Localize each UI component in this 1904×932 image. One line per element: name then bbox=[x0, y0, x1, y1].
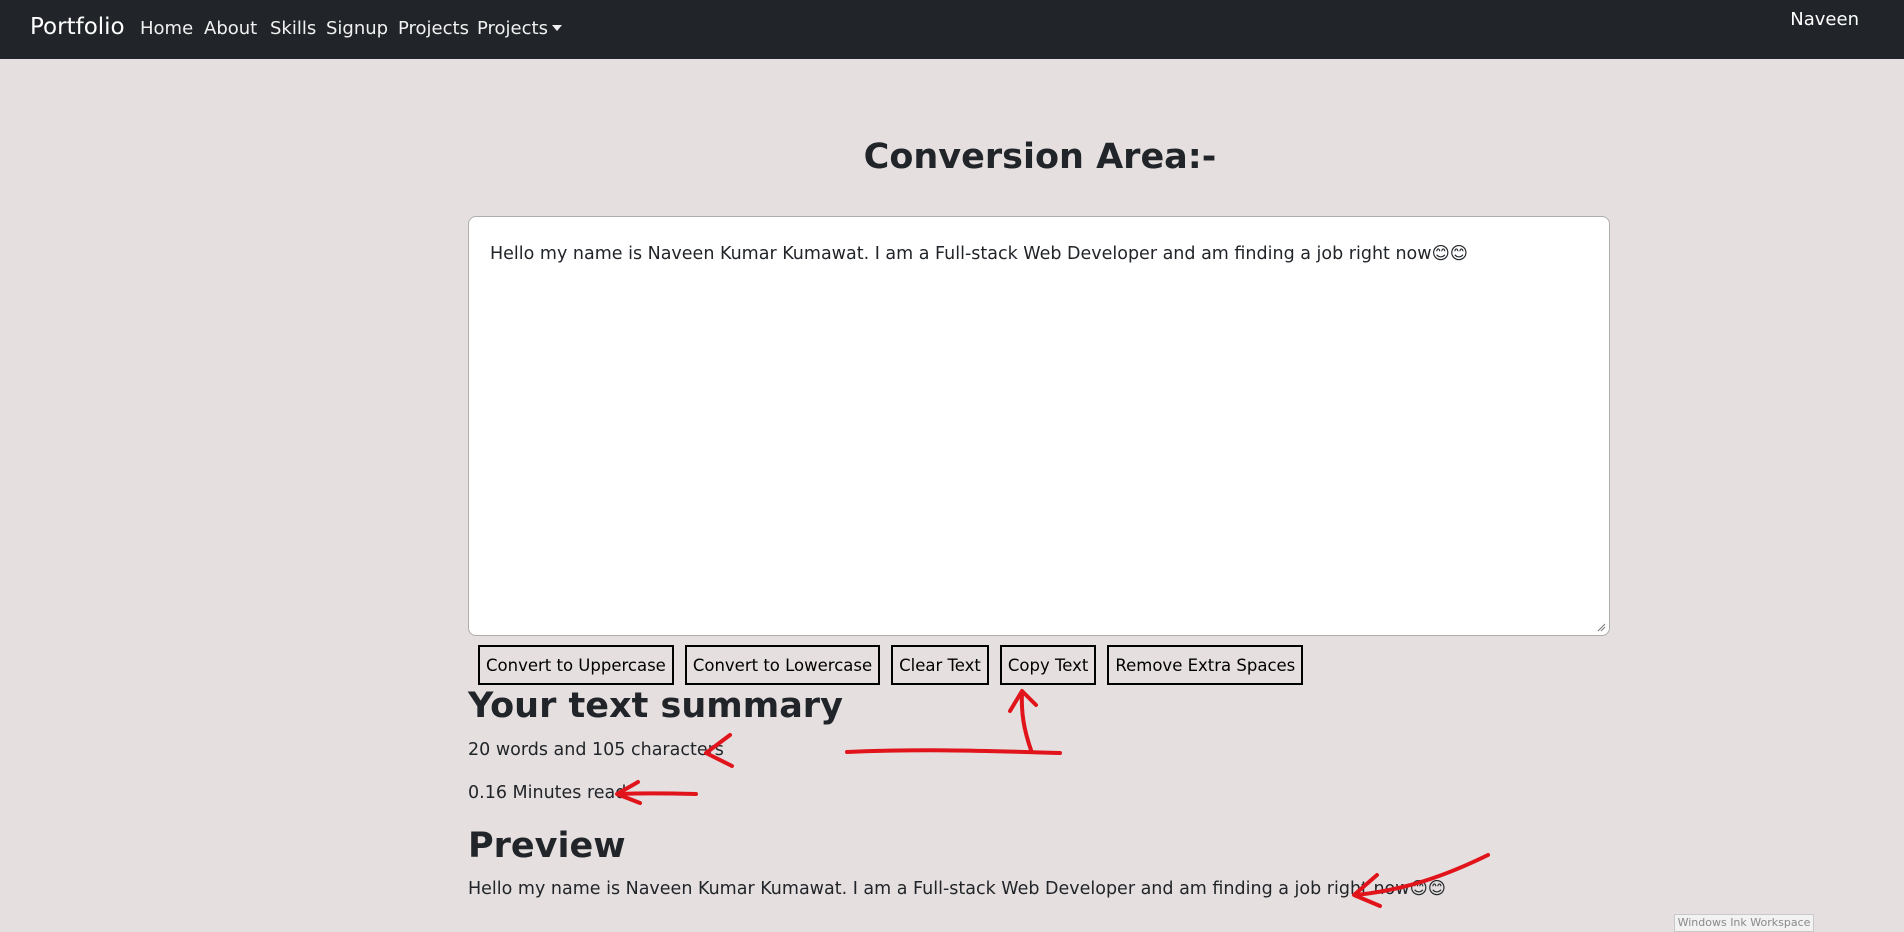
summary-title: Your text summary bbox=[468, 686, 843, 726]
remove-spaces-button[interactable]: Remove Extra Spaces bbox=[1107, 645, 1304, 685]
clear-text-button[interactable]: Clear Text bbox=[891, 645, 989, 685]
navbar: Portfolio Home About Skills Signup Proje… bbox=[0, 0, 1904, 59]
nav-dropdown-label: Projects bbox=[477, 18, 548, 39]
lowercase-button[interactable]: Convert to Lowercase bbox=[684, 645, 881, 685]
arrow-annotation-read-time bbox=[615, 780, 698, 805]
arrow-annotation-summary bbox=[704, 733, 1062, 768]
caret-down-icon bbox=[551, 25, 562, 31]
user-name[interactable]: Naveen bbox=[1790, 9, 1859, 30]
page-title: Conversion Area:- bbox=[863, 137, 1217, 177]
nav-link-home[interactable]: Home bbox=[140, 18, 193, 39]
text-input-area[interactable]: Hello my name is Naveen Kumar Kumawat. I… bbox=[468, 216, 1610, 636]
preview-text: Hello my name is Naveen Kumar Kumawat. I… bbox=[468, 879, 1447, 899]
nav-link-about[interactable]: About bbox=[204, 18, 257, 39]
navbar-brand[interactable]: Portfolio bbox=[30, 14, 125, 40]
nav-link-signup[interactable]: Signup bbox=[326, 18, 388, 39]
nav-link-skills[interactable]: Skills bbox=[270, 18, 316, 39]
nav-dropdown-projects[interactable]: Projects bbox=[477, 18, 562, 39]
preview-title: Preview bbox=[468, 826, 626, 866]
copy-text-button[interactable]: Copy Text bbox=[999, 645, 1097, 685]
action-buttons: Convert to Uppercase Convert to Lowercas… bbox=[478, 645, 1314, 685]
ink-workspace-label[interactable]: Windows Ink Workspace bbox=[1674, 914, 1814, 932]
uppercase-button[interactable]: Convert to Uppercase bbox=[478, 645, 674, 685]
text-input-value: Hello my name is Naveen Kumar Kumawat. I… bbox=[490, 244, 1469, 264]
nav-link-projects[interactable]: Projects bbox=[398, 18, 469, 39]
arrow-annotation-copy bbox=[1008, 689, 1038, 752]
resize-handle-icon[interactable] bbox=[1596, 622, 1606, 632]
summary-counts: 20 words and 105 characters bbox=[468, 740, 724, 760]
summary-read-time: 0.16 Minutes read bbox=[468, 783, 627, 803]
